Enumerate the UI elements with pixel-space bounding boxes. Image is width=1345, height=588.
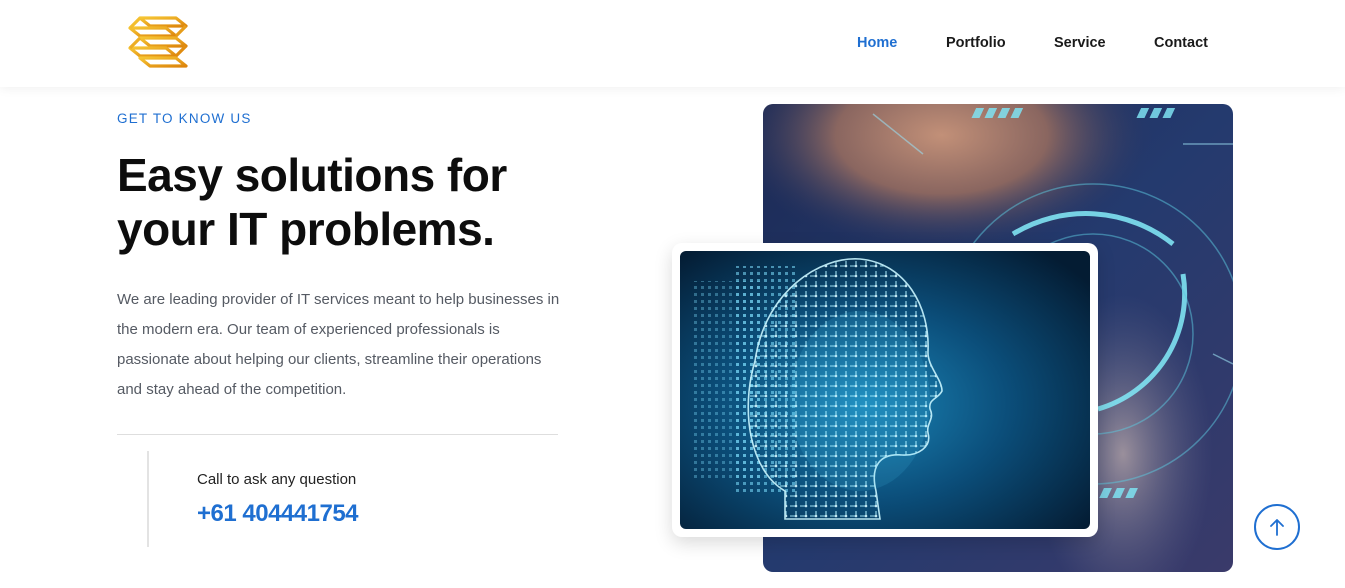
call-label: Call to ask any question: [197, 471, 357, 488]
nav-service[interactable]: Service: [1054, 35, 1106, 51]
ai-image-frame: [672, 243, 1098, 537]
headline-line-2: your IT problems.: [117, 203, 495, 255]
scroll-to-top-button[interactable]: [1254, 504, 1300, 550]
site-header: Home Portfolio Service Contact: [0, 0, 1345, 87]
phone-link[interactable]: +61 404441754: [197, 500, 359, 528]
arrow-up-icon: [1270, 519, 1284, 536]
section-eyebrow: GET TO KNOW US: [117, 111, 252, 126]
company-logo[interactable]: [126, 14, 190, 70]
stacked-s-logo-icon: [128, 16, 188, 68]
nav-contact[interactable]: Contact: [1154, 35, 1208, 51]
nav-portfolio[interactable]: Portfolio: [946, 35, 1006, 51]
ai-circuit-head-image: [680, 251, 1090, 529]
headline-line-1: Easy solutions for: [117, 149, 507, 201]
divider: [117, 434, 558, 435]
page-title: Easy solutions for your IT problems.: [117, 148, 577, 256]
nav-home[interactable]: Home: [857, 35, 897, 51]
intro-paragraph: We are leading provider of IT services m…: [117, 291, 560, 398]
vertical-divider: [147, 451, 149, 547]
